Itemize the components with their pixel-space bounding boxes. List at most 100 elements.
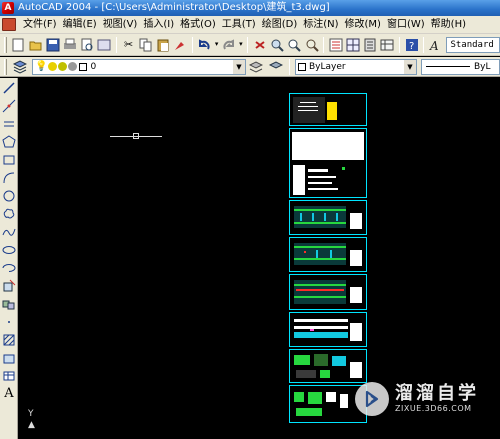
- design-center-icon[interactable]: [345, 36, 360, 54]
- construction-line-icon[interactable]: [1, 97, 17, 114]
- toolbar-separator: [399, 36, 401, 53]
- toolbar-separator: [116, 36, 118, 53]
- linetype-sample: [426, 66, 470, 67]
- menu-view[interactable]: 视图(V): [100, 16, 141, 33]
- ellipse-arc-icon[interactable]: [1, 259, 17, 276]
- chevron-down-icon[interactable]: ▼: [233, 59, 245, 74]
- toolbar-separator: [289, 58, 290, 75]
- undo-icon[interactable]: [197, 36, 212, 54]
- spline-icon[interactable]: [1, 223, 17, 240]
- publish-icon[interactable]: [97, 36, 112, 54]
- color-value: ByLayer: [309, 61, 346, 72]
- menu-file[interactable]: 文件(F): [20, 16, 60, 33]
- toolbar-separator: [423, 36, 425, 53]
- drawing-sheet-cover[interactable]: [289, 93, 367, 126]
- text-style-select[interactable]: Standard: [446, 36, 500, 53]
- layer-previous-icon[interactable]: [267, 58, 285, 76]
- make-block-icon[interactable]: [1, 295, 17, 312]
- toolbar-grip[interactable]: [4, 36, 7, 53]
- menu-edit[interactable]: 编辑(E): [60, 16, 100, 33]
- text-style-icon[interactable]: A: [428, 36, 443, 54]
- drawing-sheet-plan-1[interactable]: [289, 200, 367, 235]
- menu-draw[interactable]: 绘图(D): [259, 16, 301, 33]
- layers-toolbar: 💡 0 ▼ ByLayer ▼ ByL: [0, 57, 500, 77]
- redo-icon[interactable]: [221, 36, 236, 54]
- paste-icon[interactable]: [155, 36, 170, 54]
- layer-lock-icon[interactable]: [68, 62, 78, 71]
- svg-text:A: A: [429, 39, 439, 52]
- match-properties-icon[interactable]: [173, 36, 188, 54]
- menu-modify[interactable]: 修改(M): [342, 16, 384, 33]
- layer-viewport-icon[interactable]: [58, 62, 68, 71]
- region-icon[interactable]: [1, 349, 17, 366]
- open-icon[interactable]: [28, 36, 43, 54]
- circle-icon[interactable]: [1, 187, 17, 204]
- arc-icon[interactable]: [1, 169, 17, 186]
- cut-icon[interactable]: ✂: [121, 36, 136, 54]
- help-icon[interactable]: ?: [404, 36, 419, 54]
- point-icon[interactable]: [1, 313, 17, 330]
- linetype-value: ByL: [474, 61, 491, 72]
- layer-select[interactable]: 💡 0 ▼: [32, 58, 246, 75]
- chevron-down-icon[interactable]: ▼: [404, 59, 416, 74]
- table-icon[interactable]: [1, 367, 17, 384]
- print-icon[interactable]: [62, 36, 77, 54]
- drawing-sheet-plan-3[interactable]: [289, 274, 367, 310]
- drawing-sheet-plan-2[interactable]: [289, 237, 367, 272]
- redo-dropdown-icon[interactable]: ▾: [238, 36, 243, 54]
- title-bar: A AutoCAD 2004 - [C:\Users\Administrator…: [0, 0, 500, 16]
- toolbar-separator: [247, 36, 249, 53]
- color-select[interactable]: ByLayer ▼: [295, 58, 417, 75]
- ucs-arrow-icon: ▲: [28, 420, 35, 430]
- document-icon[interactable]: [2, 18, 16, 31]
- make-object-layer-current-icon[interactable]: [247, 58, 265, 76]
- layer-manager-icon[interactable]: [11, 58, 29, 76]
- new-icon[interactable]: [11, 36, 26, 54]
- drawing-sheet-elevation-1[interactable]: [289, 312, 367, 347]
- color-swatch: [298, 62, 306, 71]
- menu-bar: 文件(F) 编辑(E) 视图(V) 插入(I) 格式(O) 工具(T) 绘图(D…: [0, 16, 500, 34]
- multiline-text-icon[interactable]: A: [1, 385, 17, 402]
- zoom-window-icon[interactable]: [287, 36, 302, 54]
- layer-on-icon[interactable]: 💡: [35, 61, 47, 72]
- menu-tools[interactable]: 工具(T): [219, 16, 259, 33]
- menu-dimension[interactable]: 标注(N): [300, 16, 341, 33]
- dbconnect-icon[interactable]: [380, 36, 395, 54]
- cursor-pickbox: [133, 133, 139, 139]
- standard-toolbar: ✂ ▾ ▾ ? A Standard: [0, 34, 500, 56]
- layer-name: 0: [90, 61, 97, 72]
- multiline-icon[interactable]: [1, 115, 17, 132]
- ellipse-icon[interactable]: [1, 241, 17, 258]
- drawing-sheet-notes[interactable]: [289, 128, 367, 198]
- watermark: 溜溜自学 ZIXUE.3D66.COM: [355, 377, 500, 421]
- polygon-icon[interactable]: [1, 133, 17, 150]
- insert-block-icon[interactable]: [1, 277, 17, 294]
- layer-freeze-icon[interactable]: [48, 62, 58, 71]
- rectangle-icon[interactable]: [1, 151, 17, 168]
- menu-window[interactable]: 窗口(W): [384, 16, 428, 33]
- save-icon[interactable]: [45, 36, 60, 54]
- zoom-realtime-icon[interactable]: [270, 36, 285, 54]
- svg-text:?: ?: [409, 41, 414, 52]
- line-icon[interactable]: [1, 79, 17, 96]
- plot-preview-icon[interactable]: [80, 36, 95, 54]
- pan-icon[interactable]: [252, 36, 267, 54]
- undo-dropdown-icon[interactable]: ▾: [214, 36, 219, 54]
- tool-palettes-icon[interactable]: [363, 36, 378, 54]
- ucs-icon: Y ▲: [28, 410, 35, 430]
- layer-color-swatch[interactable]: [79, 62, 88, 71]
- hatch-icon[interactable]: [1, 331, 17, 348]
- toolbar-grip[interactable]: [4, 58, 7, 75]
- properties-icon[interactable]: [328, 36, 343, 54]
- menu-help[interactable]: 帮助(H): [428, 16, 469, 33]
- ucs-y-label: Y: [28, 409, 34, 419]
- menu-insert[interactable]: 插入(I): [140, 16, 177, 33]
- copy-icon[interactable]: [138, 36, 153, 54]
- watermark-logo-icon: [355, 382, 389, 416]
- menu-format[interactable]: 格式(O): [177, 16, 219, 33]
- zoom-previous-icon[interactable]: [304, 36, 319, 54]
- linetype-select[interactable]: ByL: [421, 58, 500, 75]
- toolbar-separator: [191, 36, 193, 53]
- toolbar-separator: [323, 36, 325, 53]
- revision-cloud-icon[interactable]: [1, 205, 17, 222]
